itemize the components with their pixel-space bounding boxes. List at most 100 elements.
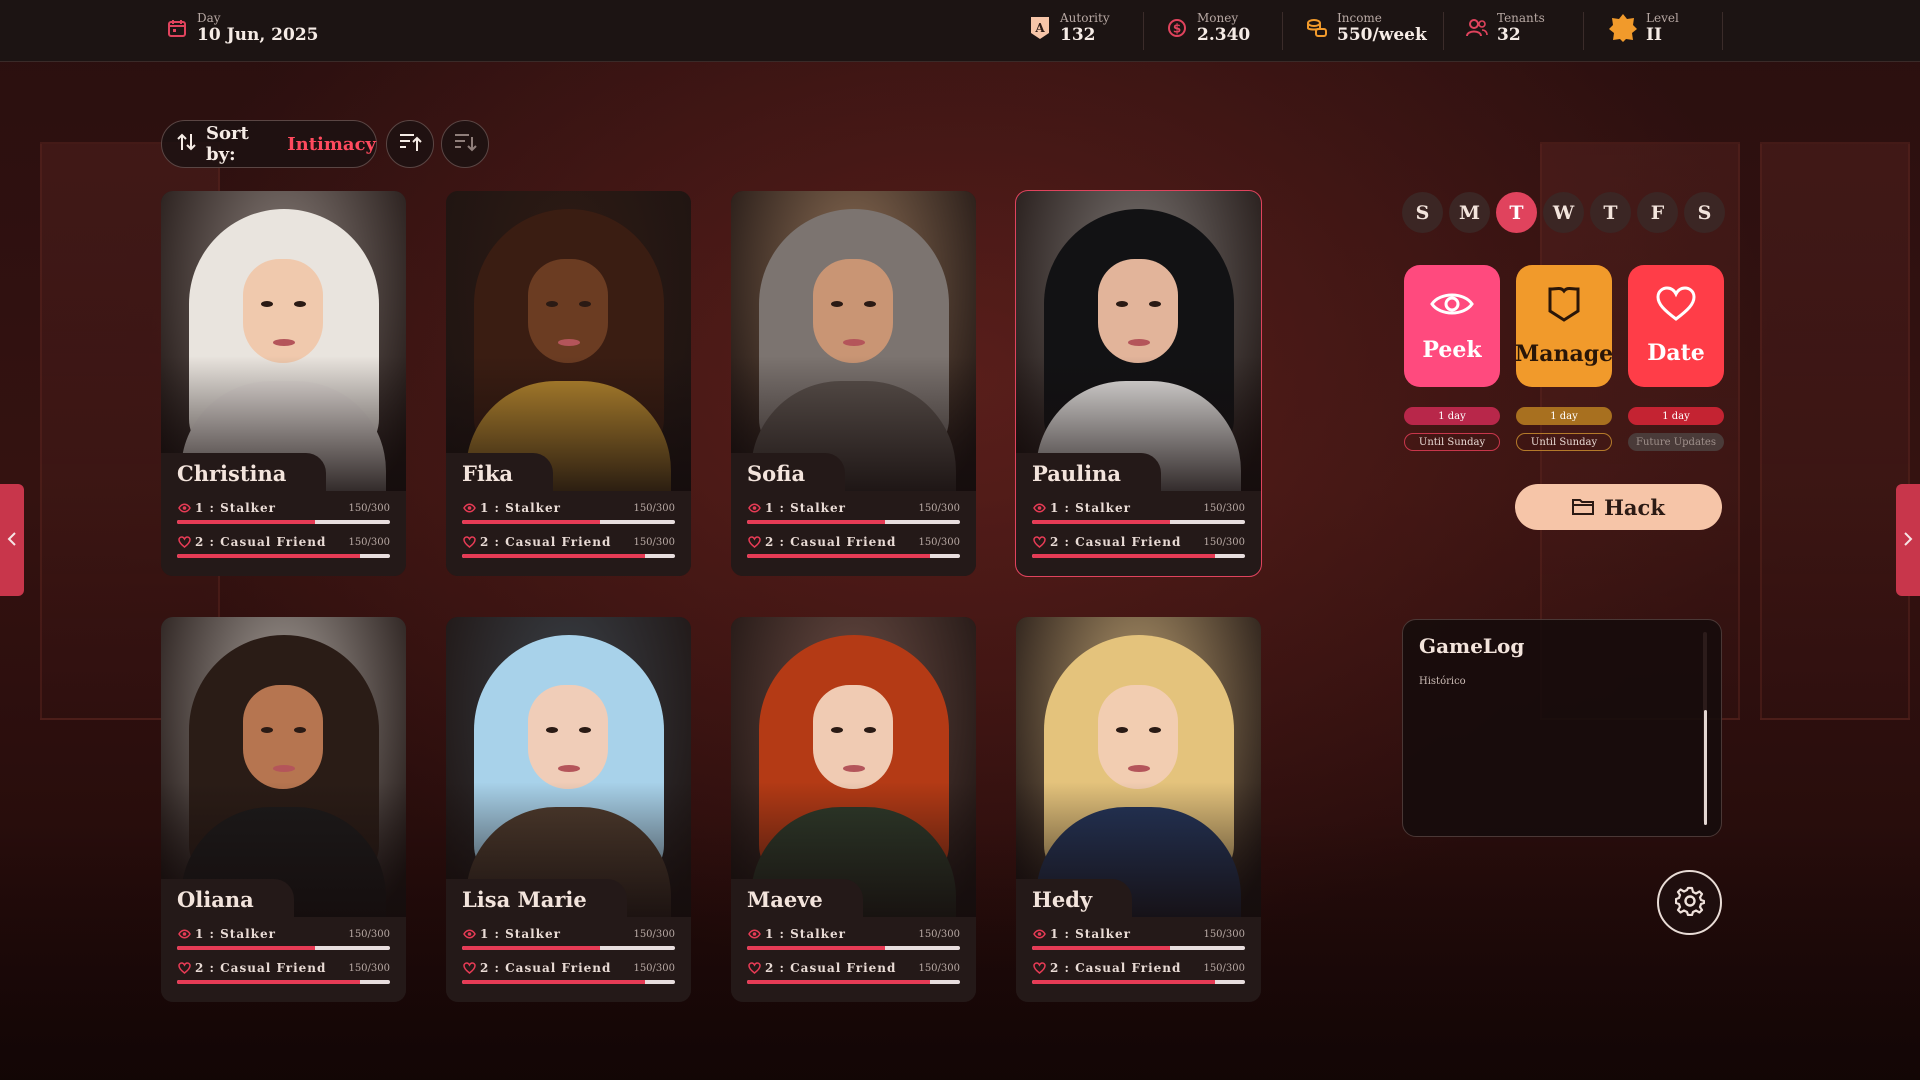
relationship-row-1: 1 : Stalker 150/300 xyxy=(462,926,675,952)
relationship-row-1: 1 : Stalker 150/300 xyxy=(177,926,390,952)
sort-ascending-button[interactable] xyxy=(386,120,434,168)
relationship-level-label: 2 : Casual Friend xyxy=(480,961,612,975)
weekday-button[interactable]: M xyxy=(1449,192,1490,233)
tenant-name: Paulina xyxy=(1016,453,1161,493)
sort-ascending-icon xyxy=(398,131,422,157)
relationship-progress-fill xyxy=(177,554,361,558)
tenant-portrait xyxy=(161,617,406,937)
sort-dropdown[interactable]: Sort by: Intimacy xyxy=(161,120,377,168)
manage-availability-badge: Until Sunday xyxy=(1516,433,1612,451)
relationship-points: 150/300 xyxy=(633,536,675,548)
manage-button[interactable]: Manage xyxy=(1515,265,1613,387)
tenant-name: Maeve xyxy=(731,879,863,919)
relationship-level-label: 2 : Casual Friend xyxy=(195,961,327,975)
money-stat: $ Money 2.340 xyxy=(1165,11,1250,45)
portrait-shade xyxy=(1016,191,1261,491)
weekday-button[interactable]: W xyxy=(1543,192,1584,233)
tenant-name: Christina xyxy=(161,453,327,493)
peek-duration-badge: 1 day xyxy=(1404,407,1500,425)
next-page-tab[interactable] xyxy=(1896,484,1920,596)
heart-icon xyxy=(1656,286,1696,328)
eye-icon xyxy=(1032,927,1046,941)
relationship-progress-bar xyxy=(462,554,675,558)
heart-icon xyxy=(177,961,191,975)
sort-arrows-icon xyxy=(176,132,198,157)
income-label: Income xyxy=(1337,11,1382,25)
heart-icon xyxy=(1032,961,1046,975)
weekday-button[interactable]: T xyxy=(1590,192,1631,233)
gamelog-scrollbar[interactable] xyxy=(1704,710,1707,825)
eye-icon xyxy=(747,927,761,941)
day-label: Day xyxy=(197,11,221,25)
tenants-label: Tenants xyxy=(1497,11,1545,25)
relationship-progress-bar xyxy=(177,554,390,558)
shield-icon xyxy=(1547,285,1581,329)
peek-button[interactable]: Peek xyxy=(1404,265,1500,387)
relationship-row-1: 1 : Stalker 150/300 xyxy=(177,500,390,526)
relationship-progress-fill xyxy=(177,980,361,984)
sort-value: Intimacy xyxy=(287,133,376,155)
relationship-points: 150/300 xyxy=(348,502,390,514)
relationship-row-1: 1 : Stalker 150/300 xyxy=(747,926,960,952)
relationship-progress-bar xyxy=(1032,520,1245,524)
relationship-progress-fill xyxy=(177,946,316,950)
weekday-button[interactable]: S xyxy=(1402,192,1443,233)
relationship-progress-fill xyxy=(462,946,601,950)
relationship-level-label: 1 : Stalker xyxy=(1050,501,1131,515)
tenant-card[interactable]: Oliana 1 : Stalker 150/300 2 : Casual Fr… xyxy=(161,617,406,1002)
svg-text:$: $ xyxy=(1173,22,1181,36)
relationship-progress-fill xyxy=(1032,980,1216,984)
tenant-portrait xyxy=(731,191,976,511)
tenant-card[interactable]: Lisa Marie 1 : Stalker 150/300 2 : Casua… xyxy=(446,617,691,1002)
sort-descending-button[interactable] xyxy=(441,120,489,168)
date-duration-badge: 1 day xyxy=(1628,407,1724,425)
previous-page-tab[interactable] xyxy=(0,484,24,596)
relationship-progress-bar xyxy=(1032,554,1245,558)
heart-icon xyxy=(747,961,761,975)
heart-icon xyxy=(1032,535,1046,549)
sort-descending-icon xyxy=(453,131,477,157)
weekday-button[interactable]: F xyxy=(1637,192,1678,233)
relationship-row-1: 1 : Stalker 150/300 xyxy=(462,500,675,526)
relationship-points: 150/300 xyxy=(918,962,960,974)
divider xyxy=(1583,12,1584,50)
tenant-card[interactable]: Paulina 1 : Stalker 150/300 2 : Casual F… xyxy=(1015,190,1262,577)
authority-badge-icon: A xyxy=(1028,16,1052,40)
dollar-coin-icon: $ xyxy=(1165,16,1189,40)
relationship-level-label: 2 : Casual Friend xyxy=(1050,535,1182,549)
tenant-card[interactable]: Sofia 1 : Stalker 150/300 2 : Casual Fri… xyxy=(731,191,976,576)
level-stat: Level II xyxy=(1608,11,1679,45)
relationship-points: 150/300 xyxy=(633,962,675,974)
tenant-card[interactable]: Maeve 1 : Stalker 150/300 2 : Casual Fri… xyxy=(731,617,976,1002)
relationship-progress-bar xyxy=(462,520,675,524)
hack-button[interactable]: Hack xyxy=(1515,484,1722,530)
relationship-progress-fill xyxy=(462,520,601,524)
relationship-progress-bar xyxy=(1032,946,1245,950)
weekday-button[interactable]: S xyxy=(1684,192,1725,233)
tenant-portrait xyxy=(1016,191,1261,511)
portrait-shade xyxy=(1016,617,1261,917)
date-label: Date xyxy=(1647,340,1705,366)
tenant-card[interactable]: Christina 1 : Stalker 150/300 2 : Casual… xyxy=(161,191,406,576)
gamelog-panel: GameLog Histórico xyxy=(1402,619,1722,837)
weekday-button[interactable]: T xyxy=(1496,192,1537,233)
portrait-shade xyxy=(161,617,406,917)
money-label: Money xyxy=(1197,11,1239,25)
eye-icon xyxy=(462,927,476,941)
tenant-name: Lisa Marie xyxy=(446,879,627,919)
tenant-card[interactable]: Fika 1 : Stalker 150/300 2 : Casual Frie… xyxy=(446,191,691,576)
date-button[interactable]: Date xyxy=(1628,265,1724,387)
relationship-level-label: 1 : Stalker xyxy=(195,927,276,941)
relationship-progress-fill xyxy=(462,980,646,984)
users-icon xyxy=(1465,16,1489,40)
tenant-portrait xyxy=(446,617,691,937)
tenant-name: Hedy xyxy=(1016,879,1133,919)
tenant-card[interactable]: Hedy 1 : Stalker 150/300 2 : Casual Frie… xyxy=(1016,617,1261,1002)
relationship-progress-bar xyxy=(1032,980,1245,984)
tenant-portrait xyxy=(446,191,691,511)
relationship-level-label: 1 : Stalker xyxy=(1050,927,1131,941)
relationship-level-label: 1 : Stalker xyxy=(765,927,846,941)
level-value: II xyxy=(1646,25,1662,45)
income-value: 550/week xyxy=(1337,25,1427,45)
settings-button[interactable] xyxy=(1657,870,1722,935)
